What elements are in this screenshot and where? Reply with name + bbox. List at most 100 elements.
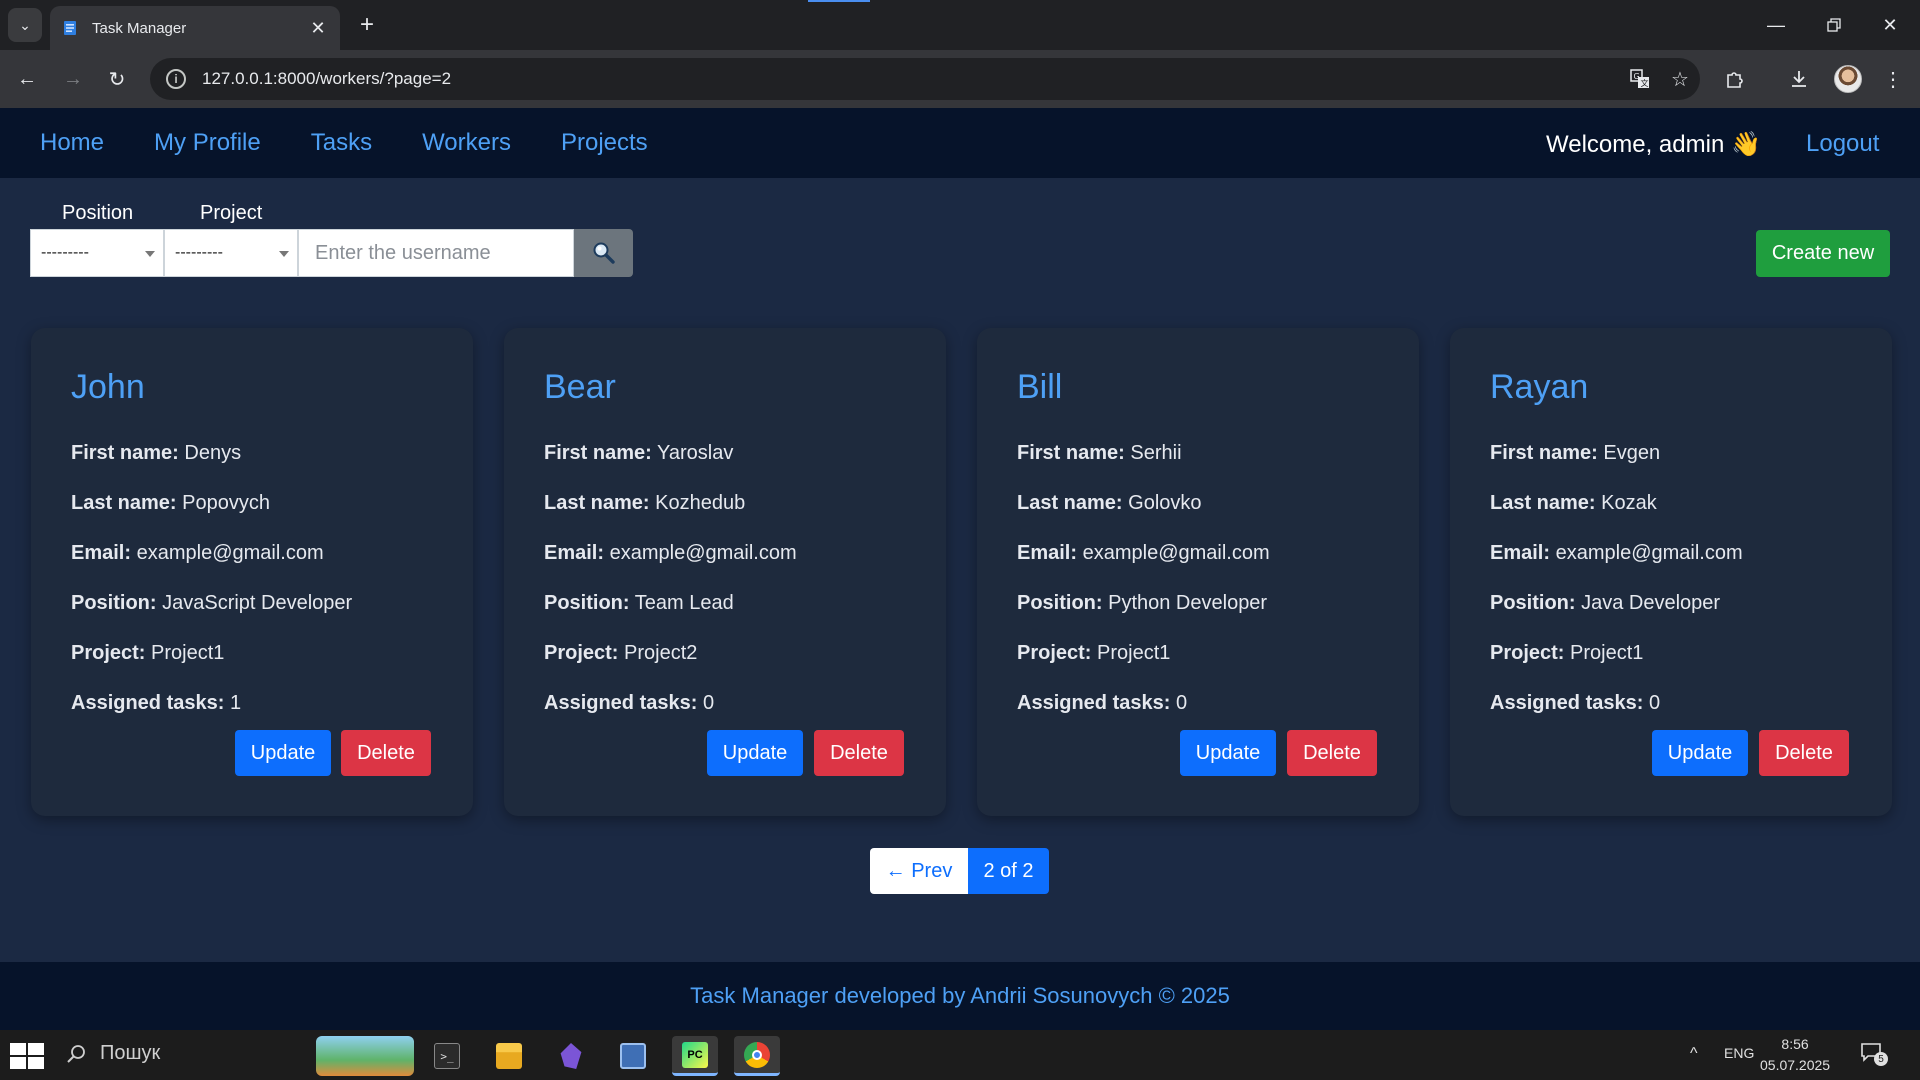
email-field: Email: example@gmail.com xyxy=(1017,542,1270,565)
reload-icon[interactable]: ↻ xyxy=(100,62,134,96)
delete-button[interactable]: Delete xyxy=(1287,730,1377,776)
pycharm-app-icon[interactable]: PC xyxy=(672,1036,718,1076)
obsidian-app-icon[interactable] xyxy=(548,1036,594,1076)
field-label: Email: xyxy=(1017,542,1078,564)
worker-username[interactable]: Bill xyxy=(1017,368,1062,407)
taskbar-clock[interactable]: 8:56 05.07.2025 xyxy=(1760,1034,1830,1076)
forward-arrow-icon[interactable]: → xyxy=(56,62,90,96)
delete-button[interactable]: Delete xyxy=(1759,730,1849,776)
back-arrow-icon[interactable]: ← xyxy=(10,62,44,96)
worker-username[interactable]: Bear xyxy=(544,368,616,407)
update-button[interactable]: Update xyxy=(235,730,331,776)
tab-title: Task Manager xyxy=(92,19,187,37)
file-explorer-app-icon[interactable] xyxy=(486,1036,532,1076)
download-icon[interactable] xyxy=(1782,62,1816,96)
field-label: Last name: xyxy=(1017,492,1123,514)
username-search-input[interactable] xyxy=(298,229,574,277)
restore-icon xyxy=(1827,18,1841,32)
field-value: Team Lead xyxy=(634,592,734,614)
field-label: Position: xyxy=(71,592,157,614)
browser-tabstrip: ⌄ Task Manager ✕ + — ✕ xyxy=(0,0,1920,50)
update-button[interactable]: Update xyxy=(1180,730,1276,776)
nav-link-projects[interactable]: Projects xyxy=(561,129,648,157)
calculator-app-icon[interactable] xyxy=(610,1036,656,1076)
field-label: Email: xyxy=(544,542,605,564)
update-button[interactable]: Update xyxy=(707,730,803,776)
profile-avatar[interactable] xyxy=(1834,65,1862,93)
position-filter-label: Position xyxy=(62,202,134,224)
news-widget-icon[interactable] xyxy=(316,1036,414,1076)
last-name-field: Last name: Popovych xyxy=(71,492,270,515)
field-label: Last name: xyxy=(1490,492,1596,514)
field-value: Popovych xyxy=(182,492,270,514)
terminal-app-icon[interactable]: >_ xyxy=(424,1036,470,1076)
caret-down-icon xyxy=(279,251,289,257)
assigned-tasks-field: Assigned tasks: 0 xyxy=(1490,692,1660,715)
worker-username[interactable]: John xyxy=(71,368,145,407)
field-label: Project: xyxy=(1017,642,1092,664)
field-label: Project: xyxy=(71,642,146,664)
windows-start-icon[interactable] xyxy=(10,1043,44,1069)
translate-icon[interactable]: G文 xyxy=(1620,59,1660,99)
last-name-field: Last name: Golovko xyxy=(1017,492,1202,515)
field-value: 0 xyxy=(1648,692,1661,714)
close-tab-icon[interactable]: ✕ xyxy=(308,18,328,39)
star-icon[interactable]: ☆ xyxy=(1660,59,1700,99)
url-text[interactable]: 127.0.0.1:8000/workers/?page=2 xyxy=(202,69,1620,89)
close-window-button[interactable]: ✕ xyxy=(1870,8,1910,42)
field-value: Project2 xyxy=(624,642,698,664)
minimize-button[interactable]: — xyxy=(1756,8,1796,42)
update-button[interactable]: Update xyxy=(1652,730,1748,776)
worker-card: Bill First name: Serhii Last name: Golov… xyxy=(977,328,1419,816)
field-label: First name: xyxy=(71,442,179,464)
assigned-tasks-field: Assigned tasks: 0 xyxy=(1017,692,1187,715)
browser-tab[interactable]: Task Manager ✕ xyxy=(50,6,340,50)
nav-link-tasks[interactable]: Tasks xyxy=(311,129,372,157)
position-select[interactable]: --------- xyxy=(30,229,164,277)
worker-card: Bear First name: Yaroslav Last name: Koz… xyxy=(504,328,946,816)
welcome-message: Welcome, admin 👋 xyxy=(1546,131,1761,158)
nav-link-my-profile[interactable]: My Profile xyxy=(154,129,261,157)
position-field: Position: Java Developer xyxy=(1490,592,1720,615)
position-select-value: --------- xyxy=(41,244,89,261)
main-navbar: Home My Profile Tasks Workers Projects W… xyxy=(0,108,1920,178)
tab-search-button[interactable]: ⌄ xyxy=(8,8,42,42)
field-label: Last name: xyxy=(71,492,177,514)
logout-link[interactable]: Logout xyxy=(1806,130,1879,158)
chevron-down-icon: ⌄ xyxy=(19,16,31,33)
puzzle-icon[interactable] xyxy=(1718,62,1752,96)
pagination-prev-link[interactable]: ← Prev xyxy=(870,848,968,894)
first-name-field: First name: Yaroslav xyxy=(544,442,733,465)
field-value: Kozhedub xyxy=(655,492,746,514)
taskbar-search[interactable]: Пошук xyxy=(66,1042,160,1065)
chrome-app-icon[interactable] xyxy=(734,1036,780,1076)
chevron-up-icon[interactable]: ^ xyxy=(1690,1045,1698,1063)
task-manager-favicon-icon xyxy=(64,21,76,35)
browser-toolbar: ← → ↻ i 127.0.0.1:8000/workers/?page=2 G… xyxy=(0,50,1920,108)
new-tab-button[interactable]: + xyxy=(352,10,382,40)
create-new-button[interactable]: Create new xyxy=(1756,230,1890,277)
project-filter-label: Project xyxy=(200,202,263,224)
assigned-tasks-field: Assigned tasks: 0 xyxy=(544,692,714,715)
project-select-value: --------- xyxy=(175,244,223,261)
restore-button[interactable] xyxy=(1814,8,1854,42)
delete-button[interactable]: Delete xyxy=(814,730,904,776)
project-field: Project: Project1 xyxy=(1490,642,1643,665)
language-indicator[interactable]: ENG xyxy=(1724,1045,1754,1061)
nav-link-workers[interactable]: Workers xyxy=(422,129,511,157)
field-label: Position: xyxy=(544,592,630,614)
notification-icon[interactable]: 5 xyxy=(1860,1042,1888,1067)
nav-link-home[interactable]: Home xyxy=(40,129,104,157)
field-value: Project1 xyxy=(1097,642,1171,664)
project-select[interactable]: --------- xyxy=(164,229,298,277)
footer-text: Task Manager developed by Andrii Sosunov… xyxy=(690,983,1230,1008)
delete-button[interactable]: Delete xyxy=(341,730,431,776)
field-value: 0 xyxy=(1175,692,1188,714)
worker-username[interactable]: Rayan xyxy=(1490,368,1588,407)
site-info-icon[interactable]: i xyxy=(166,69,186,89)
kebab-menu-icon[interactable]: ⋮ xyxy=(1876,62,1910,96)
address-bar[interactable]: i 127.0.0.1:8000/workers/?page=2 G文 ☆ xyxy=(150,58,1700,100)
field-value: Serhii xyxy=(1130,442,1182,464)
search-button[interactable] xyxy=(574,229,633,277)
email-field: Email: example@gmail.com xyxy=(544,542,797,565)
